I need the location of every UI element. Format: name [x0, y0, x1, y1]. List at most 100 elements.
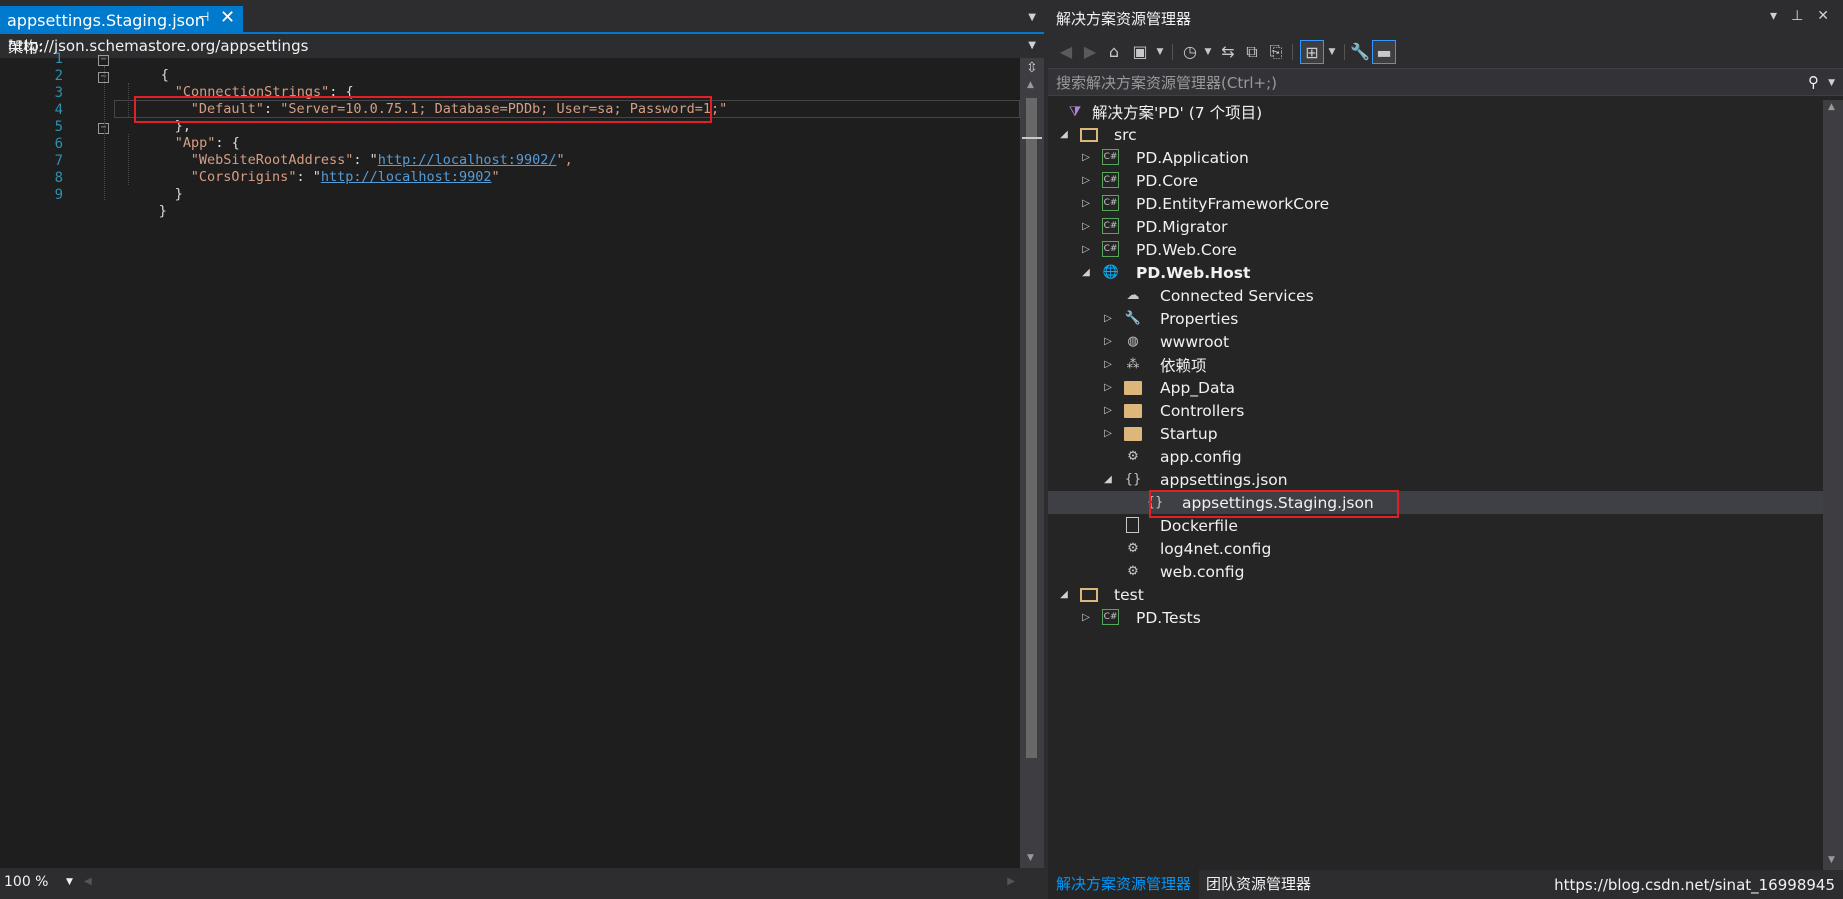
expanded-arrow-icon[interactable]: ◢	[1102, 474, 1114, 485]
window-position-chevron-down-icon[interactable]: ▾	[1770, 8, 1777, 24]
tree-item-pd-application[interactable]: ▷ C# PD.Application	[1048, 146, 1823, 169]
tree-item-src[interactable]: ◢ src	[1048, 123, 1823, 146]
collapsed-arrow-icon[interactable]: ▷	[1102, 336, 1114, 347]
editor-vertical-scrollbar[interactable]: ⇳ ▲ ▼	[1020, 58, 1044, 868]
close-icon[interactable]: ✕	[1817, 8, 1829, 24]
preview-pane-icon[interactable]: ▬	[1372, 40, 1396, 64]
url-link[interactable]: http://localhost:9902	[321, 169, 492, 185]
tree-item-web-config[interactable]: ⚙ web.config	[1048, 560, 1823, 583]
back-icon[interactable]: ◀	[1054, 40, 1078, 64]
solution-explorer-vertical-scrollbar[interactable]: ▲ ▼	[1823, 100, 1843, 870]
tree-item-dependencies[interactable]: ▷ ⁂ 依赖项	[1048, 353, 1823, 376]
tree-item-label: Controllers	[1160, 401, 1245, 420]
scroll-up-icon[interactable]: ▲	[1027, 80, 1034, 90]
solution-explorer-title-bar: 解决方案资源管理器 ▾ ⊥ ✕	[1048, 0, 1843, 36]
show-all-files-icon[interactable]: ⎘	[1264, 40, 1288, 64]
config-file-icon: ⚙	[1127, 563, 1139, 579]
fold-collapse-icon[interactable]: −	[98, 55, 109, 66]
indent-guide	[104, 66, 105, 200]
scroll-thumb[interactable]	[1026, 98, 1037, 758]
document-tab-appsettings-staging[interactable]: appsettings.Staging.json ⊣ ✕	[0, 6, 243, 34]
tree-item-wwwroot[interactable]: ▷ ◍ wwwroot	[1048, 330, 1823, 353]
dependencies-icon: ⁂	[1126, 356, 1140, 372]
tree-item-label: web.config	[1160, 562, 1245, 581]
csharp-project-icon: C#	[1102, 195, 1119, 211]
collapsed-arrow-icon[interactable]: ▷	[1080, 175, 1092, 186]
schema-chevron-down-icon[interactable]: ▼	[1028, 40, 1036, 51]
home-icon[interactable]: ⌂	[1102, 40, 1126, 64]
tree-item-pd-web-host[interactable]: ◢ 🌐 PD.Web.Host	[1048, 261, 1823, 284]
chevron-down-icon[interactable]: ▼	[1828, 78, 1835, 88]
chevron-down-icon[interactable]: ▼	[1148, 40, 1172, 64]
sync-icon[interactable]: ⇆	[1216, 40, 1240, 64]
chevron-down-icon[interactable]: ▼	[1320, 40, 1344, 64]
line-number: 5	[54, 119, 63, 135]
forward-icon[interactable]: ▶	[1078, 40, 1102, 64]
csharp-project-icon: C#	[1102, 241, 1119, 257]
scroll-down-icon[interactable]: ▼	[1828, 855, 1835, 865]
code-line-7: "CorsOrigins": "http://localhost:9902"	[142, 153, 500, 201]
chevron-down-icon[interactable]: ▼	[66, 877, 73, 887]
tree-item-label: PD.EntityFrameworkCore	[1136, 194, 1330, 213]
tree-item-pd-core[interactable]: ▷ C# PD.Core	[1048, 169, 1823, 192]
properties-wrench-icon[interactable]: 🔧	[1348, 40, 1372, 64]
tree-item-app-data[interactable]: ▷ App_Data	[1048, 376, 1823, 399]
tree-item-properties[interactable]: ▷ 🔧 Properties	[1048, 307, 1823, 330]
line-number: 1	[54, 51, 63, 67]
collapsed-arrow-icon[interactable]: ▷	[1102, 428, 1114, 439]
scroll-up-icon[interactable]: ▲	[1828, 102, 1835, 112]
zoom-select[interactable]: 100 % ▼	[4, 874, 76, 894]
zoom-value: 100 %	[4, 874, 49, 890]
tree-item-label: App_Data	[1160, 378, 1236, 397]
punct: : "	[296, 169, 321, 185]
tree-item-pd-migrator[interactable]: ▷ C# PD.Migrator	[1048, 215, 1823, 238]
tree-item-app-config[interactable]: ⚙ app.config	[1048, 445, 1823, 468]
split-view-icon[interactable]: ⇳	[1026, 60, 1038, 76]
tab-team-explorer[interactable]: 团队资源管理器	[1198, 870, 1319, 899]
collapse-all-icon[interactable]: ⧉	[1240, 40, 1264, 64]
tree-item-pd-entityframeworkcore[interactable]: ▷ C# PD.EntityFrameworkCore	[1048, 192, 1823, 215]
scroll-left-icon[interactable]: ◀	[84, 876, 92, 887]
solution-explorer-search[interactable]: 搜索解决方案资源管理器(Ctrl+;) ⚲ ▼	[1048, 68, 1843, 96]
folder-icon	[1124, 381, 1142, 395]
scroll-down-icon[interactable]: ▼	[1027, 853, 1034, 863]
collapsed-arrow-icon[interactable]: ▷	[1080, 244, 1092, 255]
tree-item-solution[interactable]: ⧩ 解决方案'PD' (7 个项目)	[1048, 100, 1823, 123]
search-input[interactable]: 搜索解决方案资源管理器(Ctrl+;)	[1056, 72, 1277, 93]
editor-horizontal-scrollbar[interactable]: ◀ ▶	[82, 874, 1017, 892]
expanded-arrow-icon[interactable]: ◢	[1080, 267, 1092, 278]
collapsed-arrow-icon[interactable]: ▷	[1102, 405, 1114, 416]
line-number: 2	[54, 68, 63, 84]
tab-overflow-chevron-down-icon[interactable]: ▼	[1028, 12, 1036, 23]
tree-item-test[interactable]: ◢ test	[1048, 583, 1823, 606]
collapsed-arrow-icon[interactable]: ▷	[1080, 152, 1092, 163]
folder-open-icon	[1080, 588, 1098, 602]
scroll-right-icon[interactable]: ▶	[1007, 876, 1015, 887]
collapsed-arrow-icon[interactable]: ▷	[1102, 313, 1114, 324]
tree-item-pd-web-core[interactable]: ▷ C# PD.Web.Core	[1048, 238, 1823, 261]
code-editor[interactable]: 1 2 3 4 5 6 7 8 9 − − − { "ConnectionStr…	[0, 51, 1020, 868]
tree-item-connected-services[interactable]: ☁ Connected Services	[1048, 284, 1823, 307]
tree-item-controllers[interactable]: ▷ Controllers	[1048, 399, 1823, 422]
collapsed-arrow-icon[interactable]: ▷	[1080, 221, 1092, 232]
solution-explorer-toolbar: ◀ ▶ ⌂ ▣ ▼ ◷ ▼ ⇆ ⧉ ⎘ ⊞ ▼ 🔧 ▬	[1048, 36, 1843, 68]
collapsed-arrow-icon[interactable]: ▷	[1102, 382, 1114, 393]
tree-item-label: wwwroot	[1160, 332, 1230, 351]
tab-solution-explorer[interactable]: 解决方案资源管理器	[1048, 870, 1200, 899]
close-icon[interactable]: ✕	[220, 7, 235, 28]
tree-item-label: log4net.config	[1160, 539, 1272, 558]
globe-icon: ◍	[1127, 333, 1139, 349]
collapsed-arrow-icon[interactable]: ▷	[1080, 612, 1092, 623]
collapsed-arrow-icon[interactable]: ▷	[1102, 359, 1114, 370]
tree-item-label: src	[1114, 125, 1137, 144]
tree-item-log4net-config[interactable]: ⚙ log4net.config	[1048, 537, 1823, 560]
expanded-arrow-icon[interactable]: ◢	[1058, 129, 1070, 140]
pin-icon[interactable]: ⊣	[198, 10, 209, 25]
search-icon[interactable]: ⚲	[1808, 73, 1819, 91]
tree-item-startup[interactable]: ▷ Startup	[1048, 422, 1823, 445]
expanded-arrow-icon[interactable]: ◢	[1058, 589, 1070, 600]
pin-icon[interactable]: ⊥	[1791, 8, 1803, 24]
collapsed-arrow-icon[interactable]: ▷	[1080, 198, 1092, 209]
tree-item-pd-tests[interactable]: ▷ C# PD.Tests	[1048, 606, 1823, 629]
tree-item-appsettings-json[interactable]: ◢ {} appsettings.json	[1048, 468, 1823, 491]
